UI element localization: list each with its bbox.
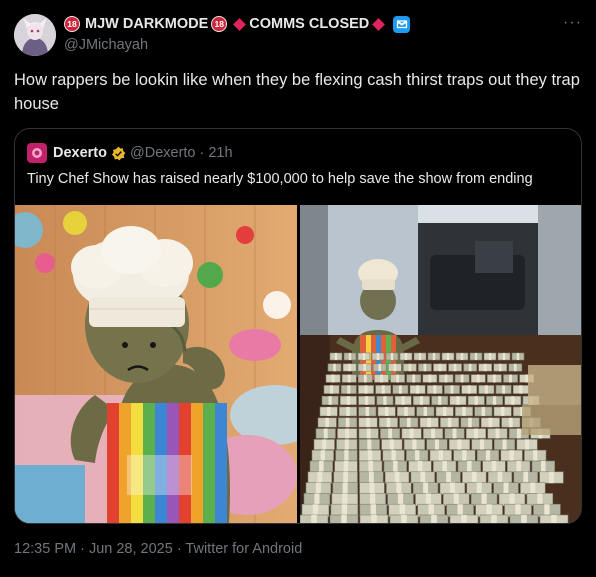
tiny-chef-cash-image[interactable] [300,205,581,523]
author-name-part1: MJW DARKMODE [85,16,209,32]
more-options-icon[interactable]: ··· [563,14,582,32]
quoted-avatar[interactable] [27,143,47,163]
tweet-header: 18 MJW DARKMODE 18 COMMS CLOSED @JMichay… [64,14,556,58]
quoted-header: Dexerto @Dexerto · 21h [27,143,233,163]
quoted-timestamp[interactable]: 21h [208,145,232,161]
red-diamond-icon [233,17,247,31]
quoted-text: Tiny Chef Show has raised nearly $100,00… [27,171,533,187]
quoted-author-handle[interactable]: @Dexerto [130,145,196,161]
adult-18-icon: 18 [211,16,228,32]
author-name-row[interactable]: 18 MJW DARKMODE 18 COMMS CLOSED [64,14,556,34]
red-diamond-icon [372,17,386,31]
separator-dot: · [199,145,205,161]
tweet-text: How rappers be lookin like when they be … [14,71,580,113]
tweet-timestamp[interactable]: 12:35 PM · Jun 28, 2025 · Twitter for An… [14,541,302,557]
tweet: 18 MJW DARKMODE 18 COMMS CLOSED @JMichay… [0,0,596,577]
verified-gold-icon [111,146,126,161]
author-avatar[interactable] [14,14,56,56]
author-name-part2: COMMS CLOSED [249,16,370,32]
author-handle[interactable]: @JMichayah [64,37,556,53]
adult-18-icon: 18 [64,16,80,32]
verified-icon [393,15,411,33]
quoted-tweet[interactable]: Dexerto @Dexerto · 21h Tiny Chef Show ha… [14,128,582,524]
quoted-author-name[interactable]: Dexerto [53,145,107,161]
tiny-chef-worried-image[interactable] [15,205,297,523]
quoted-media [15,205,581,523]
